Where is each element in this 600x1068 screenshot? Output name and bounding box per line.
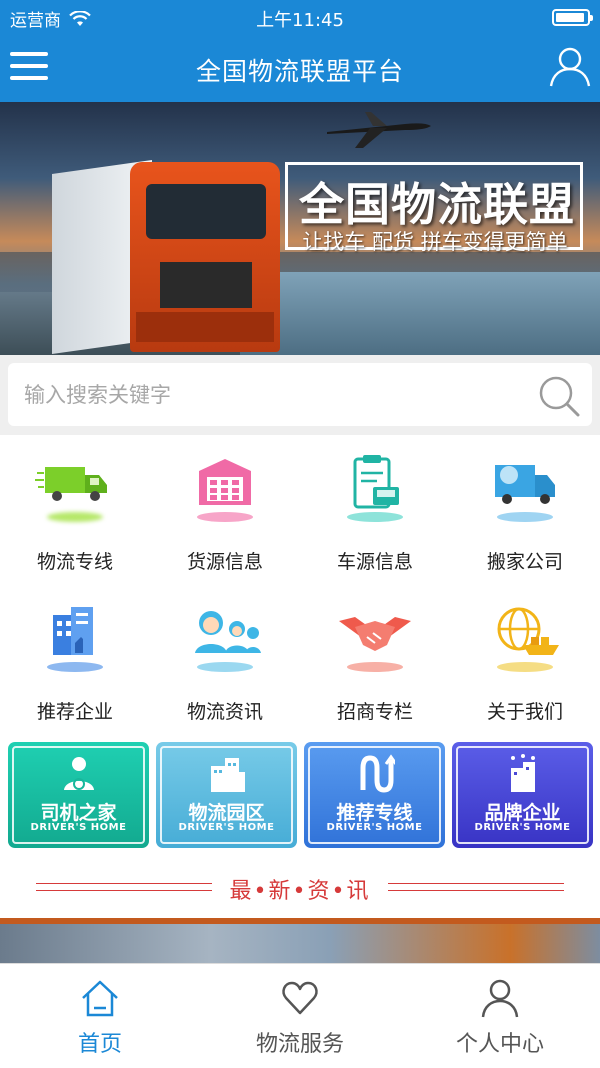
news-image[interactable] (0, 918, 600, 963)
hero-banner[interactable]: 全国物流联盟 让找车 配货 拼车变得更简单 (0, 102, 600, 355)
buildings-icon (210, 758, 245, 792)
status-bar: 运营商 上午11:45 (0, 0, 600, 34)
star-building-icon (510, 754, 535, 792)
search-area (0, 355, 600, 435)
grid-item-recommended-company[interactable]: 推荐企业 (0, 585, 150, 735)
card-subtitle: DRIVER'S HOME (326, 822, 423, 833)
user-icon[interactable] (548, 44, 592, 88)
grid-item-vehicle-info[interactable]: 车源信息 (300, 435, 450, 585)
card-subtitle: DRIVER'S HOME (30, 822, 127, 833)
battery-icon (552, 9, 593, 26)
news-image-beam (0, 918, 600, 924)
delivery-truck-icon (35, 467, 107, 522)
driver-icon (63, 757, 94, 790)
tab-label: 首页 (77, 1032, 122, 1057)
grid-item-logistics-news[interactable]: 物流资讯 (150, 585, 300, 735)
tab-bar: 首页 物流服务 个人中心 (0, 963, 600, 1067)
card-logistics-park[interactable]: 物流园区 DRIVER'S HOME (156, 742, 297, 848)
search-box (8, 363, 592, 426)
tab-personal-center[interactable]: 个人中心 (400, 964, 600, 1068)
grid-item-label: 招商专栏 (336, 701, 413, 723)
vehicle-clipboard-icon (347, 455, 403, 522)
feature-cards: 司机之家 DRIVER'S HOME 物流园区 DRIVER'S HOME 推荐… (0, 740, 600, 852)
airplane-icon (327, 112, 431, 148)
card-title: 物流园区 (188, 802, 265, 824)
top-bar: 运营商 上午11:45 全国物流联盟平台 (0, 0, 600, 102)
building-thumbs-up-icon (47, 607, 103, 672)
search-input[interactable] (24, 373, 524, 417)
heart-icon (282, 981, 318, 1015)
tab-home[interactable]: 首页 (0, 964, 200, 1068)
truck-cab (130, 162, 280, 352)
card-title: 品牌企业 (484, 802, 561, 824)
nav-bar: 全国物流联盟平台 (0, 34, 600, 102)
news-divider-right (388, 883, 564, 891)
home-icon (82, 980, 118, 1017)
grid-item-about-us[interactable]: 关于我们 (450, 585, 600, 735)
card-title: 推荐专线 (336, 802, 413, 824)
warehouse-icon (197, 459, 253, 522)
grid-item-label: 物流资讯 (186, 701, 263, 723)
route-icon (360, 754, 395, 793)
grid-item-label: 搬家公司 (486, 551, 563, 573)
grid-item-label: 关于我们 (486, 701, 563, 723)
tab-label: 个人中心 (455, 1032, 544, 1057)
status-time: 上午11:45 (256, 10, 344, 31)
grid-item-investment[interactable]: 招商专栏 (300, 585, 450, 735)
grid-item-label: 物流专线 (36, 551, 113, 573)
card-brand-enterprise[interactable]: 品牌企业 DRIVER'S HOME (452, 742, 593, 848)
grid-item-logistics-line[interactable]: 物流专线 (0, 435, 150, 585)
tab-logistics-service[interactable]: 物流服务 (200, 964, 400, 1068)
customer-service-icon (195, 611, 261, 672)
card-subtitle: DRIVER'S HOME (474, 822, 571, 833)
card-drivers-home[interactable]: 司机之家 DRIVER'S HOME (8, 742, 149, 848)
grid-item-label: 推荐企业 (36, 701, 113, 723)
globe-ship-icon (497, 607, 559, 672)
card-title: 司机之家 (40, 802, 117, 824)
banner-subtitle: 让找车 配货 拼车变得更简单 (302, 230, 568, 254)
search-icon[interactable] (538, 375, 580, 417)
grid-item-cargo-info[interactable]: 货源信息 (150, 435, 300, 585)
handshake-icon (339, 617, 411, 672)
tab-label: 物流服务 (255, 1032, 344, 1057)
person-icon (481, 979, 519, 1018)
moving-truck-icon (495, 465, 555, 522)
card-subtitle: DRIVER'S HOME (178, 822, 275, 833)
grid-item-label: 货源信息 (186, 551, 263, 573)
service-grid: 物流专线 货源信息 车源信息 搬家公司 推荐企业 物流资讯 招商专栏 关于我们 (0, 435, 600, 735)
card-recommended-route[interactable]: 推荐专线 DRIVER'S HOME (304, 742, 445, 848)
banner-port (240, 272, 600, 355)
news-header: 最•新•资•讯 (0, 866, 600, 910)
grid-item-label: 车源信息 (336, 551, 413, 573)
page-title: 全国物流联盟平台 (195, 57, 404, 86)
banner-title: 全国物流联盟 (298, 178, 575, 231)
grid-item-moving-company[interactable]: 搬家公司 (450, 435, 600, 585)
